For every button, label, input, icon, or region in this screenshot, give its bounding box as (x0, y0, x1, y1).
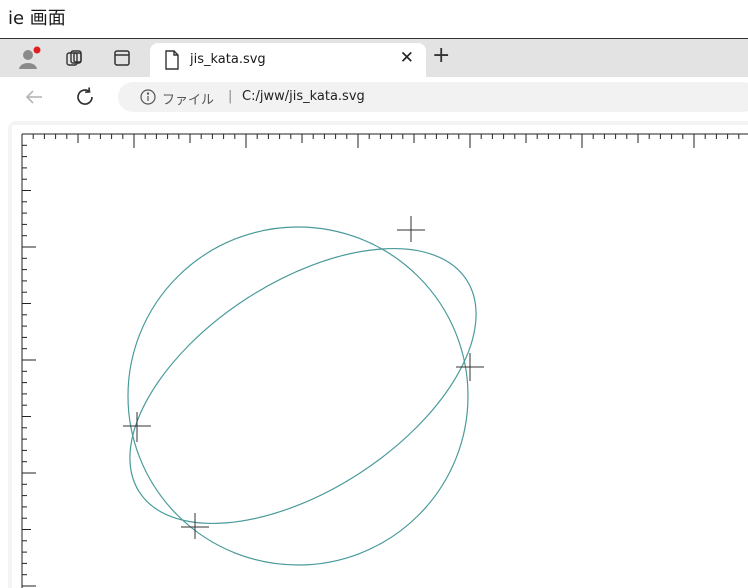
tab-close-button[interactable]: ✕ (400, 48, 414, 68)
info-icon[interactable] (140, 89, 156, 109)
content-area (8, 121, 748, 588)
scheme-label: ファイル (162, 93, 215, 108)
workspaces-icon[interactable] (62, 45, 88, 71)
back-arrow-icon[interactable] (24, 87, 44, 111)
tab-strip: jis_kata.svg ✕ + (0, 39, 748, 77)
refresh-icon[interactable] (74, 86, 96, 112)
tab-active[interactable]: jis_kata.svg ✕ (150, 43, 426, 77)
caption: ie 画面 (8, 8, 66, 29)
address-separator: | (228, 89, 233, 104)
profile-icon[interactable] (16, 45, 42, 71)
tab-actions-icon[interactable] (109, 45, 135, 71)
url-text: C:/jww/jis_kata.svg (242, 89, 365, 104)
svg-canvas (12, 125, 748, 588)
file-icon (164, 50, 180, 74)
address-field[interactable]: ファイル | C:/jww/jis_kata.svg (118, 82, 748, 112)
tab-title: jis_kata.svg (190, 52, 266, 67)
address-toolbar: ファイル | C:/jww/jis_kata.svg (0, 77, 748, 117)
svg-document (12, 125, 748, 588)
new-tab-button[interactable]: + (432, 43, 450, 68)
browser-window: jis_kata.svg ✕ + ファイル | C:/jww/jis_kata.… (0, 38, 748, 588)
